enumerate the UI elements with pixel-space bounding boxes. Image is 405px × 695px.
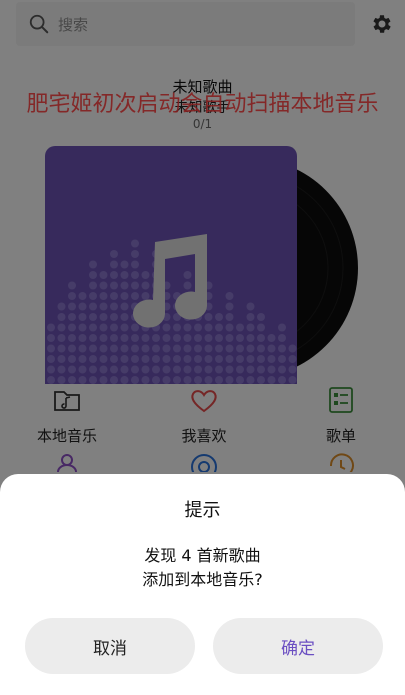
dialog-title: 提示: [184, 500, 221, 521]
dialog-message: 发现 4 首新歌曲 添加到本地音乐?: [0, 544, 405, 592]
confirm-button[interactable]: 确定: [213, 618, 383, 674]
scan-result-dialog: 提示 发现 4 首新歌曲 添加到本地音乐? 取消 确定: [0, 474, 405, 695]
dialog-message-line-1: 发现 4 首新歌曲: [144, 546, 261, 565]
cancel-button[interactable]: 取消: [25, 618, 195, 674]
dialog-message-line-2: 添加到本地音乐?: [142, 570, 263, 589]
